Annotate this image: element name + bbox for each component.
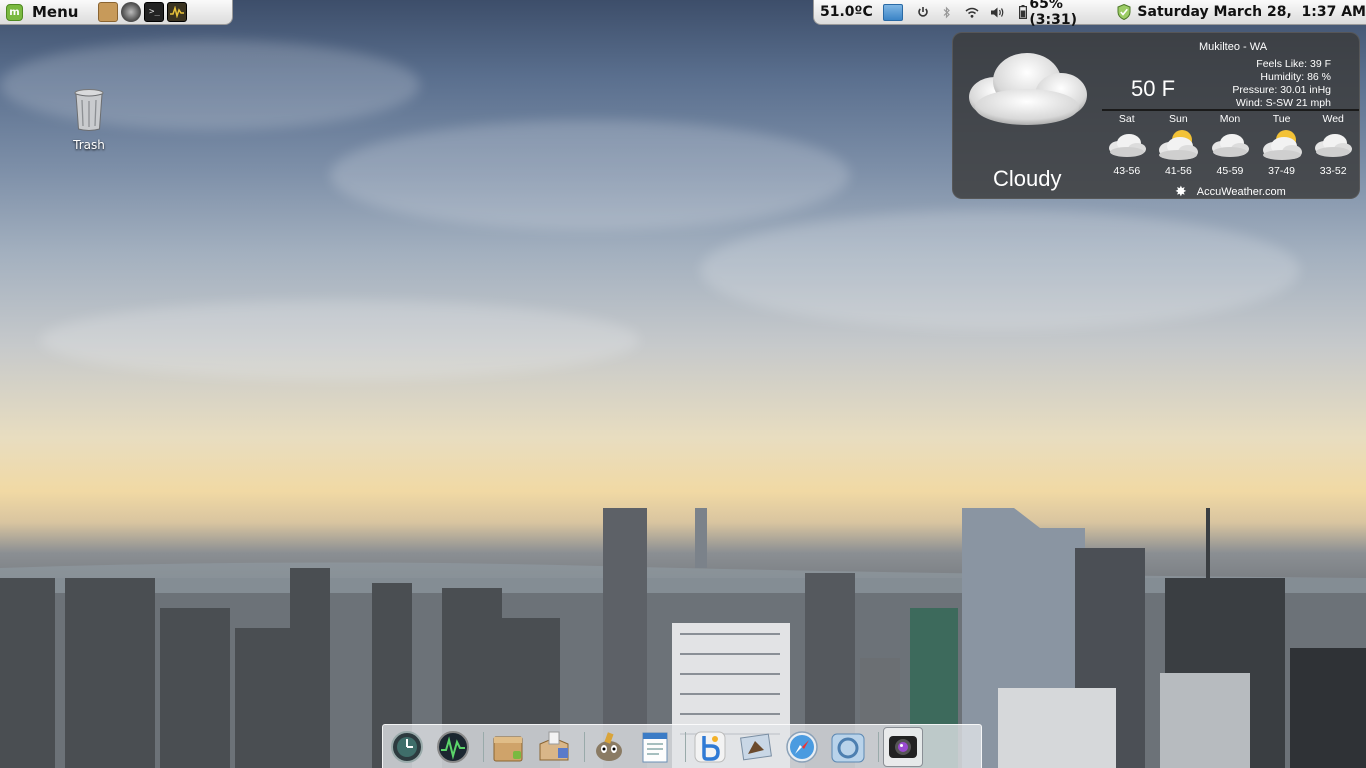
time-machine-icon[interactable] xyxy=(387,727,427,767)
weather-divider xyxy=(1102,109,1359,111)
panel-launchers: >_ xyxy=(98,2,188,22)
forecast-day-name: Wed xyxy=(1322,113,1344,125)
forecast-day-name: Mon xyxy=(1219,113,1241,125)
forecast-range: 37-49 xyxy=(1268,165,1295,177)
forecast-day-name: Tue xyxy=(1272,113,1291,125)
linux-mint-logo-icon: m xyxy=(6,3,23,21)
forecast-range: 45-59 xyxy=(1216,165,1244,177)
camera-icon[interactable] xyxy=(883,726,923,767)
cloud-icon xyxy=(969,53,1087,125)
cloud-icon xyxy=(1204,125,1256,165)
weather-source-label: AccuWeather.com xyxy=(1196,185,1286,198)
volume-icon[interactable] xyxy=(991,7,1005,18)
cloud-icon xyxy=(1101,125,1153,165)
file-manager-icon[interactable] xyxy=(98,2,119,22)
mail-icon[interactable] xyxy=(736,727,776,767)
forecast-range: 43-56 xyxy=(1113,165,1141,177)
bluefish-icon[interactable] xyxy=(690,727,730,767)
current-temperature: 50 F xyxy=(1131,76,1176,101)
forecast-range: 41-56 xyxy=(1164,165,1192,177)
menu-button[interactable]: m Menu xyxy=(0,0,78,24)
weather-condition: Cloudy xyxy=(993,166,1062,191)
dock-separator xyxy=(483,731,484,762)
shield-icon[interactable] xyxy=(1117,4,1131,20)
battery-icon[interactable] xyxy=(1019,5,1028,19)
package-installer-icon[interactable] xyxy=(534,727,574,767)
trash-label: Trash xyxy=(73,138,105,152)
menu-label: Menu xyxy=(32,3,79,21)
chromium-icon[interactable] xyxy=(828,727,868,767)
text-editor-icon[interactable] xyxy=(635,727,675,767)
bluetooth-icon[interactable] xyxy=(943,6,951,19)
folder-icon[interactable] xyxy=(882,3,904,21)
forecast-day: Sat 43-56 xyxy=(1101,113,1153,177)
terminal-icon[interactable]: >_ xyxy=(144,2,165,22)
forecast-day: Mon 45-59 xyxy=(1204,113,1256,177)
trash-icon xyxy=(74,89,104,131)
humidity: Humidity: 86 % xyxy=(1260,71,1331,83)
weather-source-link[interactable]: ✸ AccuWeather.com xyxy=(1175,183,1286,200)
wifi-icon[interactable] xyxy=(965,7,979,18)
partly-sunny-icon xyxy=(1256,125,1308,165)
gimp-icon[interactable] xyxy=(589,727,629,767)
forecast-row: Sat 43-56 Sun 41-56 Mon 45-59 Tue 37-49 … xyxy=(1101,113,1359,177)
forecast-day-name: Sat xyxy=(1118,113,1135,125)
forecast-day: Sun 41-56 xyxy=(1153,113,1205,177)
dock-separator xyxy=(878,731,879,762)
forecast-day: Tue 37-49 xyxy=(1256,113,1308,177)
weather-details: Feels Like: 39 F Humidity: 86 % Pressure… xyxy=(1211,58,1331,110)
system-monitor-icon[interactable] xyxy=(167,2,188,22)
forecast-day: Wed 33-52 xyxy=(1307,113,1359,177)
activity-monitor-icon[interactable] xyxy=(433,727,473,767)
status-panel: 51.0ºC 65% (3:31) Saturday March 28, 1:3… xyxy=(813,0,1366,28)
dock xyxy=(382,724,982,768)
cpu-temperature[interactable]: 51.0ºC xyxy=(820,4,873,20)
forecast-range: 33-52 xyxy=(1319,165,1347,177)
feels-like: Feels Like: 39 F xyxy=(1256,58,1331,70)
accuweather-sun-icon: ✸ xyxy=(1175,183,1187,199)
weather-location: Mukilteo - WA xyxy=(1199,41,1268,53)
battery-status[interactable]: 65% (3:31) xyxy=(1029,0,1109,28)
pressure: Pressure: 30.01 inHg xyxy=(1232,84,1331,96)
clock[interactable]: Saturday March 28, 1:37 AM xyxy=(1137,4,1366,20)
menu-panel: m Menu >_ xyxy=(0,0,233,25)
web-browser-icon[interactable] xyxy=(121,2,142,22)
power-icon[interactable] xyxy=(917,6,929,18)
cloud-icon xyxy=(1307,125,1359,165)
trash-desktop-icon[interactable]: Trash xyxy=(66,88,112,152)
safari-icon[interactable] xyxy=(782,727,822,767)
dock-separator xyxy=(584,731,585,762)
forecast-day-name: Sun xyxy=(1169,113,1188,125)
dock-separator xyxy=(685,731,686,762)
weather-widget: Cloudy 50 F Mukilteo - WA Feels Like: 39… xyxy=(952,32,1360,199)
partly-sunny-icon xyxy=(1153,125,1205,165)
archive-manager-icon[interactable] xyxy=(488,727,528,767)
